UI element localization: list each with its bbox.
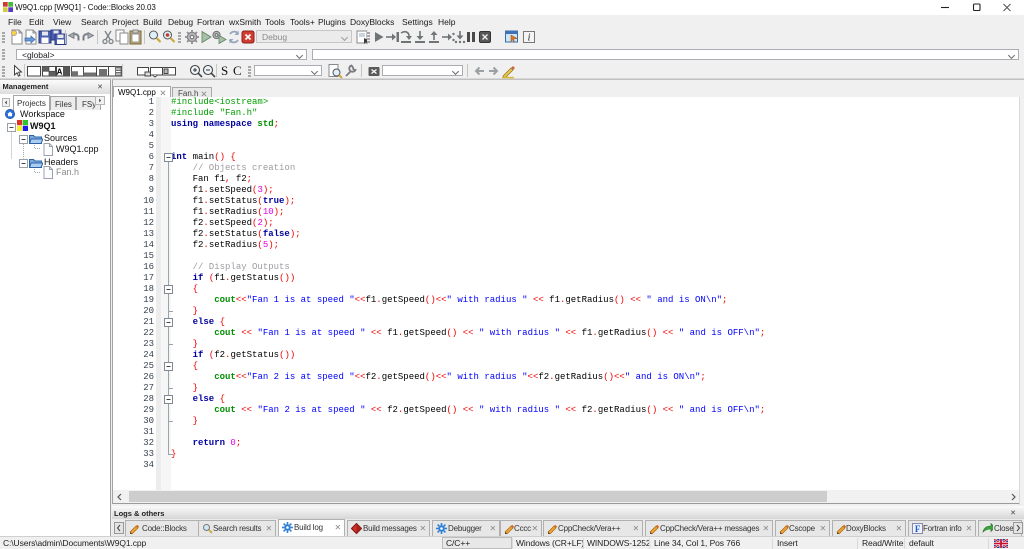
svg-text:F: F <box>915 524 921 534</box>
svg-text:i: i <box>528 33 531 44</box>
